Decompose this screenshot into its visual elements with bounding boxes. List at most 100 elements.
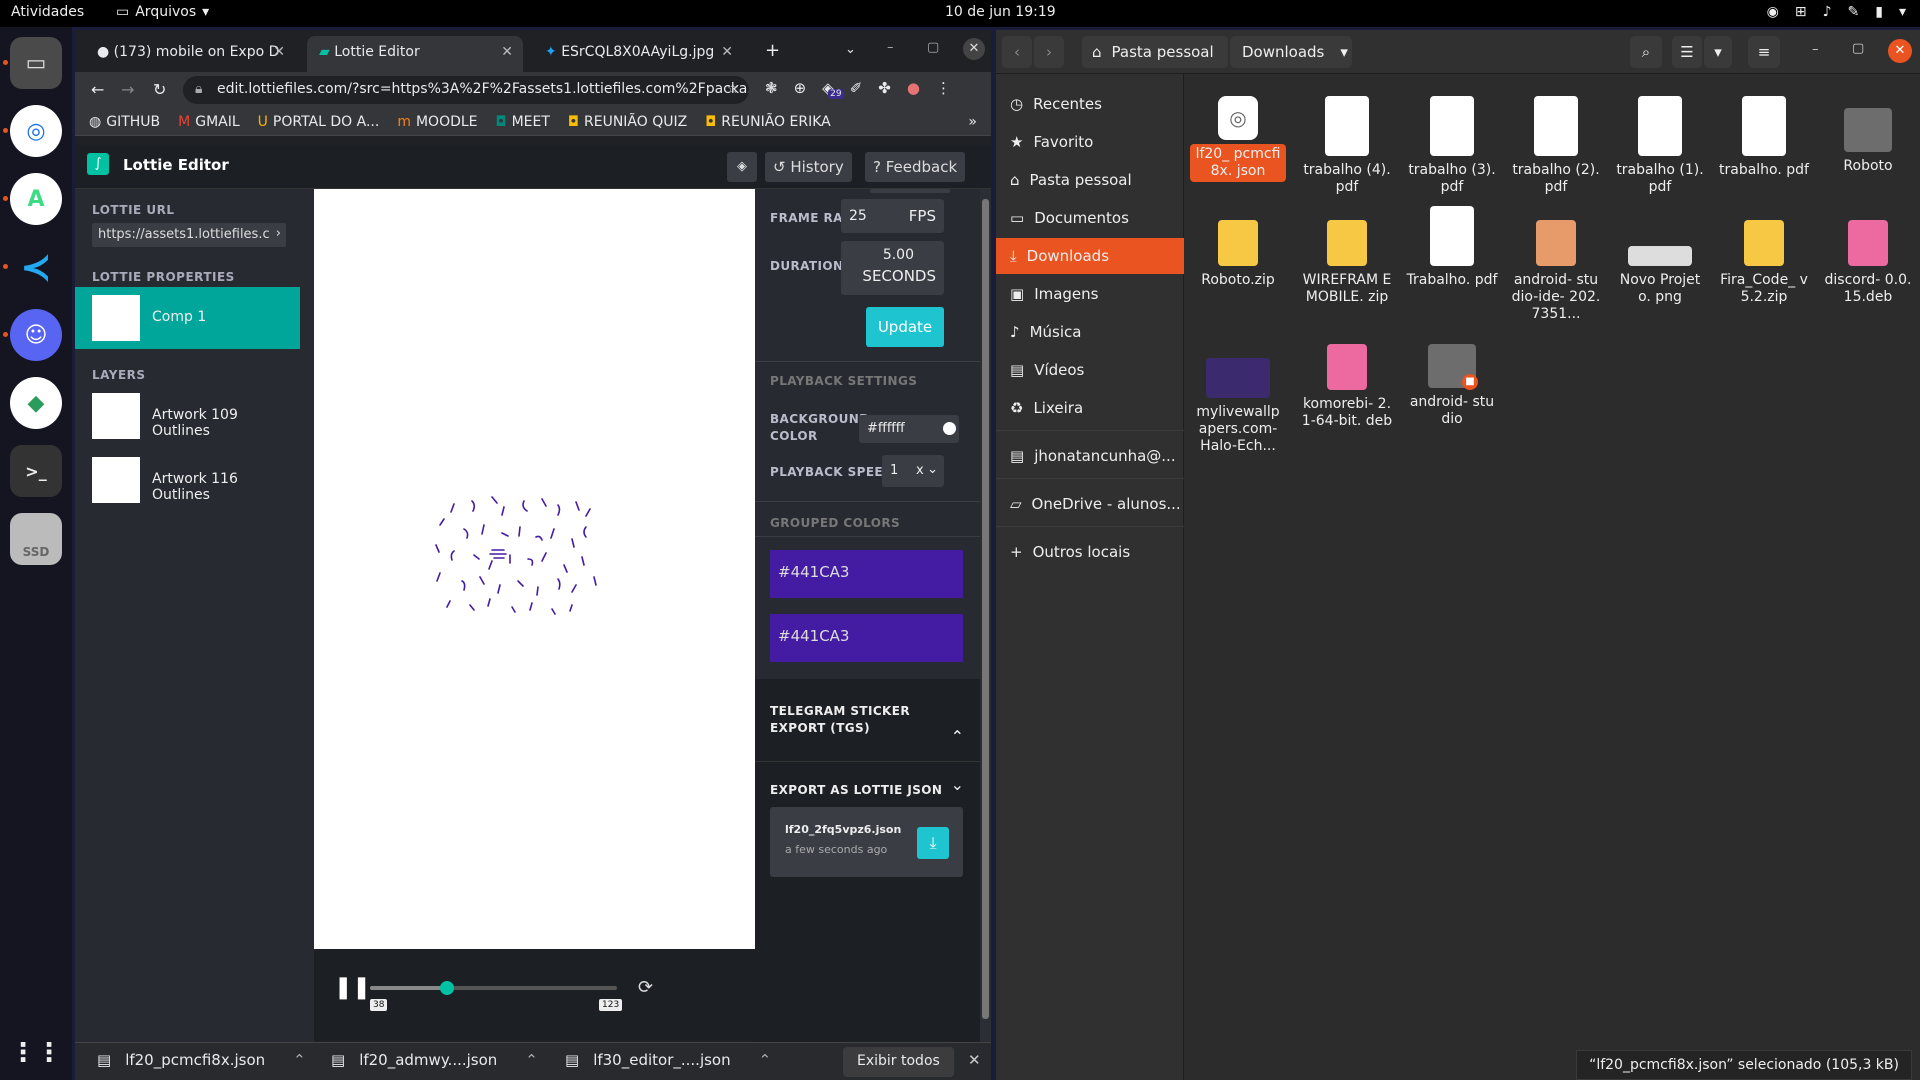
back-button[interactable]: ‹ [1002, 36, 1032, 68]
lottie-url-field[interactable]: https://assets1.lottiefiles.c › [92, 223, 286, 247]
file-item[interactable]: trabalho (4).pdf [1299, 96, 1395, 198]
color-swatch-white[interactable] [943, 422, 956, 435]
place-outros-locais[interactable]: + Outros locais [996, 534, 1184, 570]
minimize-icon[interactable]: – [887, 40, 894, 55]
scrollbar-thumb[interactable] [982, 199, 989, 1019]
tab-image[interactable]: ✦ ESrCQL8X0AAyiLg.jpg ✕ [533, 36, 743, 72]
volume-icon[interactable]: ♪ [1823, 4, 1832, 20]
file-item[interactable]: Roboto.zip [1190, 220, 1286, 291]
network-icon[interactable]: ⊞ [1795, 4, 1807, 20]
hamburger-menu-icon[interactable]: ≡ [1748, 36, 1780, 68]
tab-expo[interactable]: ● (173) mobile on Expo D ✕ [85, 36, 295, 72]
history-button[interactable]: ↺ History [765, 152, 852, 182]
microphone-icon[interactable]: ✎ [1848, 4, 1860, 20]
playback-speed-select[interactable]: 1 x ⌄ [882, 455, 944, 487]
file-item[interactable]: android- studio-ide- 202.7351... [1508, 220, 1604, 325]
chevron-up-icon[interactable]: ⌃ [951, 727, 964, 746]
update-button[interactable]: Update [866, 307, 944, 347]
forward-icon[interactable]: → [121, 80, 134, 99]
bookmark-reuniao-erika[interactable]: ◘ REUNIÃO ERIKA [705, 112, 831, 131]
frame-rate-input[interactable]: 25 FPS [841, 199, 944, 233]
add-extension-icon[interactable]: ⊕ [794, 79, 807, 97]
chevron-up-icon[interactable]: ⌃ [759, 1051, 772, 1069]
extension-badge-icon[interactable]: ◈ 29 [822, 79, 844, 99]
extension-icon[interactable]: ❃ [765, 79, 778, 97]
file-item[interactable]: Roboto [1820, 96, 1916, 177]
layer-row[interactable]: Artwork 109 Outlines [75, 385, 300, 447]
close-tab-icon[interactable]: ✕ [273, 44, 285, 60]
download-item[interactable]: ▤ lf20_admwy....json ⌃ [331, 1051, 538, 1069]
chrome-icon[interactable]: ◎ [10, 105, 62, 157]
maximize-icon[interactable]: ▢ [1852, 41, 1864, 56]
close-tab-icon[interactable]: ✕ [721, 44, 733, 60]
android-app-icon[interactable]: ◆ [10, 377, 62, 429]
timeline-handle[interactable] [439, 981, 454, 995]
duration-input[interactable]: 5.00 SECONDS [841, 241, 944, 295]
close-window-icon[interactable]: ✕ [963, 38, 985, 60]
minimize-icon[interactable]: – [1812, 42, 1819, 57]
download-item[interactable]: ▤ lf30_editor_....json ⌃ [565, 1051, 771, 1069]
animation-canvas[interactable] [314, 189, 755, 949]
discord-icon[interactable]: ☺ [10, 309, 62, 361]
close-tab-icon[interactable]: ✕ [501, 44, 513, 60]
file-item[interactable]: Trabalho. pdf [1404, 206, 1500, 291]
current-path-button[interactable]: Downloads ▾ [1230, 36, 1352, 68]
place-recentes[interactable]: ◷ Recentes [996, 86, 1184, 122]
power-menu-icon[interactable]: ▾ [1899, 4, 1906, 20]
back-icon[interactable]: ← [91, 80, 104, 99]
place-onedrive[interactable]: ▱ OneDrive - alunos... [996, 486, 1184, 522]
download-item[interactable]: ▤ lf20_pcmcfi8x.json ⌃ [97, 1051, 306, 1069]
telegram-export-label[interactable]: TELEGRAM STICKER EXPORT (TGS) [770, 703, 930, 737]
terminal-icon[interactable]: >_ [10, 445, 62, 497]
place-favorito[interactable]: ★ Favorito [996, 124, 1184, 160]
place-musica[interactable]: ♪ Música [996, 314, 1184, 350]
battery-icon[interactable]: ▮ [1875, 4, 1883, 20]
reload-icon[interactable]: ↻ [153, 80, 166, 99]
file-item[interactable]: ■ android- studio [1404, 344, 1500, 430]
bookmark-portal[interactable]: U PORTAL DO A... [258, 112, 380, 131]
close-downloads-icon[interactable]: ✕ [968, 1051, 981, 1069]
ssd-drive-icon[interactable]: SSD [10, 513, 62, 565]
file-item[interactable]: discord- 0.0.15.deb [1820, 220, 1916, 308]
chevron-up-icon[interactable]: ⌃ [293, 1051, 306, 1069]
file-item[interactable]: trabalho (2).pdf [1508, 96, 1604, 198]
grouped-color-swatch[interactable]: #441CA3 [770, 614, 963, 662]
background-color-input[interactable]: #ffffff [859, 415, 959, 443]
bookmark-github[interactable]: ◍ GITHUB [89, 112, 160, 131]
file-item[interactable]: Novo Projeto. png [1612, 220, 1708, 308]
omnibox[interactable]: 🔒︎ edit.lottiefiles.com/?src=https%3A%2F… [183, 76, 749, 104]
timeline-track[interactable] [370, 981, 617, 995]
color-picker-icon[interactable]: ✐ [850, 79, 863, 97]
android-studio-icon[interactable]: A [10, 173, 62, 225]
tab-lottie-editor[interactable]: ▰ Lottie Editor ✕ [307, 36, 523, 72]
chevron-right-icon[interactable]: › [272, 226, 281, 241]
app-menu[interactable]: ▭ Arquivos ▾ [116, 4, 209, 20]
chevron-down-icon[interactable]: ⌄ [951, 775, 964, 794]
bookmark-reuniao-quiz[interactable]: ◘ REUNIÃO QUIZ [568, 112, 687, 131]
file-item[interactable]: Fira_Code_ v5.2.zip [1716, 220, 1812, 308]
loop-icon[interactable]: ⟳ [638, 977, 653, 998]
file-item[interactable]: trabalho (3).pdf [1404, 96, 1500, 198]
file-item[interactable]: komorebi- 2.1-64-bit. deb [1299, 344, 1395, 432]
feedback-button[interactable]: ? Feedback [865, 152, 966, 182]
file-item[interactable]: ◎ lf20_ pcmcfi8x. json [1190, 96, 1286, 182]
place-downloads[interactable]: ⤓ Downloads [996, 238, 1184, 274]
place-network-drive[interactable]: ▤ jhonatancunha@... [996, 438, 1184, 474]
export-json-label[interactable]: EXPORT AS LOTTIE JSON [770, 783, 942, 797]
bookmarks-overflow[interactable]: » [968, 112, 977, 131]
search-icon[interactable]: ⌕ [1630, 36, 1662, 68]
file-item[interactable]: trabalho (1).pdf [1612, 96, 1708, 198]
home-path-button[interactable]: ⌂ Pasta pessoal [1082, 36, 1228, 68]
system-tray[interactable]: ◉ ⊞ ♪ ✎ ▮ ▾ [1767, 4, 1906, 20]
view-options-icon[interactable]: ▾ [1704, 36, 1732, 68]
grouped-color-swatch[interactable]: #441CA3 [770, 550, 963, 598]
list-view-icon[interactable]: ☰ [1672, 36, 1702, 68]
close-window-icon[interactable]: ✕ [1888, 39, 1912, 63]
files-app-icon[interactable]: ▭ [10, 37, 62, 89]
chevron-up-icon[interactable]: ⌃ [525, 1051, 538, 1069]
comp-row[interactable]: Comp 1 [75, 287, 300, 349]
new-tab-icon[interactable]: + [765, 40, 780, 61]
bookmark-gmail[interactable]: M GMAIL [178, 112, 240, 131]
bookmark-moodle[interactable]: m MOODLE [397, 112, 477, 131]
file-item[interactable]: mylivewallp apers.com- Halo-Ech... [1190, 352, 1286, 457]
